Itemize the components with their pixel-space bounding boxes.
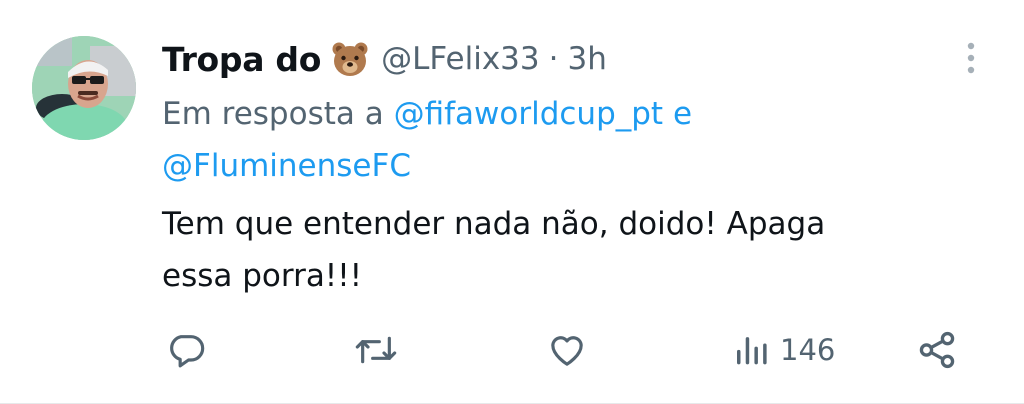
views-icon bbox=[734, 330, 772, 370]
reply-button[interactable] bbox=[166, 322, 206, 378]
tweet[interactable]: Tropa do @LFelix33 · 3h Em resposta a @f… bbox=[0, 0, 1024, 404]
views-count: 146 bbox=[780, 333, 836, 367]
separator-dot: · bbox=[548, 41, 559, 77]
mention-link[interactable]: @fifaworldcup_pt bbox=[394, 96, 664, 132]
share-button[interactable] bbox=[916, 322, 958, 378]
retweet-icon bbox=[354, 330, 398, 370]
tweet-text: Tem que entender nada não, doido! Apaga … bbox=[162, 198, 952, 302]
share-icon bbox=[916, 329, 958, 371]
tweet-text-line: Tem que entender nada não, doido! Apaga bbox=[162, 206, 826, 242]
reply-icon bbox=[166, 330, 206, 370]
reply-prefix: Em resposta a bbox=[162, 96, 384, 132]
user-handle[interactable]: @LFelix33 bbox=[381, 41, 540, 77]
mention-joiner: e bbox=[672, 96, 693, 132]
like-button[interactable] bbox=[546, 322, 588, 378]
heart-icon bbox=[546, 330, 588, 370]
reply-context: Em resposta a @fifaworldcup_pt e @Flumin… bbox=[162, 88, 922, 192]
bear-face-emoji bbox=[331, 40, 369, 78]
avatar[interactable] bbox=[32, 36, 136, 140]
tweet-header: Tropa do @LFelix33 · 3h bbox=[162, 36, 607, 82]
tweet-text-line: essa porra!!! bbox=[162, 258, 363, 294]
views-button[interactable]: 146 bbox=[734, 322, 835, 378]
more-options-icon[interactable] bbox=[956, 40, 986, 80]
mention-link[interactable]: @FluminenseFC bbox=[162, 148, 411, 184]
retweet-button[interactable] bbox=[354, 322, 398, 378]
action-bar: 146 bbox=[0, 322, 1024, 378]
timestamp[interactable]: 3h bbox=[567, 41, 606, 77]
display-name[interactable]: Tropa do bbox=[162, 40, 321, 79]
avatar-photo bbox=[32, 36, 136, 140]
